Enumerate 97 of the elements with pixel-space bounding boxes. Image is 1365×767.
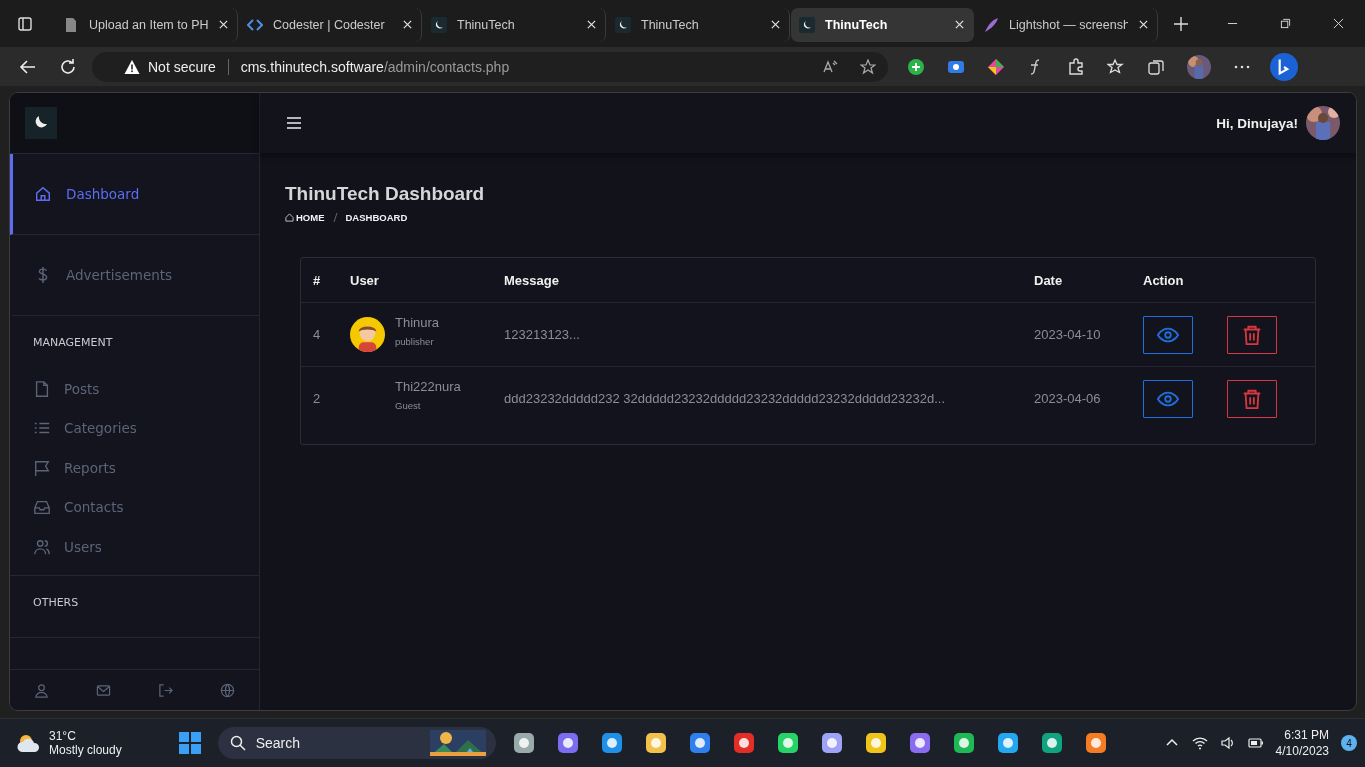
close-icon[interactable]	[402, 19, 413, 30]
code-icon	[247, 16, 263, 33]
globe-icon[interactable]	[220, 682, 236, 698]
app-icon[interactable]	[643, 731, 668, 755]
delete-button[interactable]	[1227, 315, 1277, 354]
plus-circle-icon[interactable]	[907, 57, 925, 76]
app-icon[interactable]	[863, 731, 888, 755]
favorites-icon[interactable]	[1107, 57, 1125, 76]
security-label[interactable]: Not secure	[148, 58, 216, 75]
battery-icon[interactable]	[1247, 735, 1264, 751]
moon-icon	[615, 16, 631, 33]
extensions-icon[interactable]	[1067, 57, 1085, 76]
app-icon[interactable]	[995, 731, 1020, 755]
flag-icon	[33, 458, 51, 477]
table-cell-text: 123213123...	[504, 327, 581, 342]
home-icon	[285, 213, 294, 222]
file-icon	[33, 379, 51, 398]
view-button[interactable]	[1143, 379, 1193, 418]
feather-icon	[983, 16, 999, 33]
url-text[interactable]: cms.thinutech.software/admin/contacts.php	[240, 58, 510, 75]
moon-icon	[799, 16, 815, 33]
close-icon[interactable]	[1333, 18, 1344, 29]
browser-tab[interactable]: ThinuTech	[423, 7, 606, 42]
table-cell-text: ddd23232ddddd232 32ddddd23232ddddd23232ddddd23232ddddd23232d...	[504, 391, 947, 406]
menu-icon[interactable]	[287, 117, 301, 129]
breadcrumb-link[interactable]: HOME	[296, 212, 325, 223]
column-header: Message	[504, 272, 560, 288]
clock[interactable]: 6:31 PM 4/10/2023	[1275, 728, 1329, 758]
app-icon[interactable]	[819, 731, 844, 755]
table-cell-text: 2023-04-10	[1034, 327, 1102, 342]
user-name: Thi222nura	[395, 378, 461, 394]
app-icon[interactable]	[907, 731, 932, 755]
temperature: 31°C	[49, 729, 77, 743]
wifi-icon[interactable]	[1191, 735, 1208, 751]
user-role: publisher	[395, 335, 435, 347]
read-aloud-icon[interactable]	[822, 58, 838, 75]
favorite-add-icon[interactable]	[860, 58, 876, 75]
app-icon[interactable]	[1039, 731, 1064, 755]
app-icon[interactable]	[599, 731, 624, 755]
start-icon[interactable]	[177, 731, 202, 755]
column-header: #	[313, 272, 322, 288]
app-icon[interactable]	[775, 731, 800, 755]
color-wheel-icon[interactable]	[987, 57, 1005, 76]
close-icon[interactable]	[1138, 19, 1149, 30]
refresh-icon[interactable]	[59, 57, 77, 76]
section-heading: OTHERS	[33, 595, 80, 609]
browser-tab[interactable]: Codester | Codester	[239, 7, 422, 42]
user-name: Thinura	[395, 314, 440, 330]
search-icon	[229, 735, 246, 751]
warning-icon	[124, 58, 140, 75]
trash-icon	[1241, 387, 1263, 410]
column-header: Action	[1143, 272, 1185, 288]
table-cell-text: 4	[313, 327, 322, 342]
back-icon[interactable]	[19, 57, 37, 76]
app-icon[interactable]	[951, 731, 976, 755]
sidebar-item[interactable]: Dashboard	[10, 154, 259, 235]
speaker-icon[interactable]	[1219, 735, 1236, 751]
delete-button[interactable]	[1227, 379, 1277, 418]
weather-text: Mostly cloudy	[49, 743, 122, 757]
collections-icon[interactable]	[1147, 57, 1165, 76]
greeting: Hi, Dinujaya!	[1216, 115, 1298, 131]
user-role: Guest	[395, 399, 422, 411]
taskbar-search[interactable]: Search	[217, 727, 496, 759]
table-cell-text: 2023-04-06	[1034, 391, 1102, 406]
browser-tab[interactable]: Upload an Item to PH	[55, 7, 238, 42]
logout-icon[interactable]	[158, 682, 174, 698]
document-icon	[63, 16, 79, 33]
section-heading: MANAGEMENT	[33, 336, 114, 349]
page-title: ThinuTech Dashboard	[285, 183, 486, 206]
column-header: User	[350, 272, 380, 288]
close-icon[interactable]	[218, 19, 229, 30]
mail-icon[interactable]	[95, 682, 111, 698]
browser-tab[interactable]: ThinuTech	[607, 7, 790, 42]
address-bar[interactable]: Not secure cms.thinutech.software/admin/contacts.php	[92, 51, 888, 82]
close-icon[interactable]	[586, 19, 597, 30]
app-icon[interactable]	[687, 731, 712, 755]
close-icon[interactable]	[770, 19, 781, 30]
inbox-icon	[33, 498, 51, 517]
users-icon	[33, 537, 51, 556]
new-tab-icon[interactable]	[1173, 15, 1189, 32]
close-icon[interactable]	[954, 19, 965, 30]
app-icon[interactable]	[555, 731, 580, 755]
table-cell-text: 2	[313, 391, 322, 406]
app-icon[interactable]	[511, 731, 536, 755]
trash-icon	[1241, 323, 1263, 346]
app-icon[interactable]	[1083, 731, 1108, 755]
logo[interactable]	[25, 107, 57, 139]
tab-actions-icon[interactable]	[17, 15, 33, 32]
browser-tab[interactable]: ThinuTech	[791, 7, 974, 42]
moon-icon	[431, 16, 447, 33]
view-button[interactable]	[1143, 315, 1193, 354]
notification-badge[interactable]: 4	[1341, 735, 1357, 751]
column-header: Date	[1034, 272, 1064, 288]
restore-icon[interactable]	[1280, 18, 1291, 29]
home-icon	[34, 185, 52, 203]
user-icon[interactable]	[33, 682, 49, 698]
app-icon[interactable]	[731, 731, 756, 755]
